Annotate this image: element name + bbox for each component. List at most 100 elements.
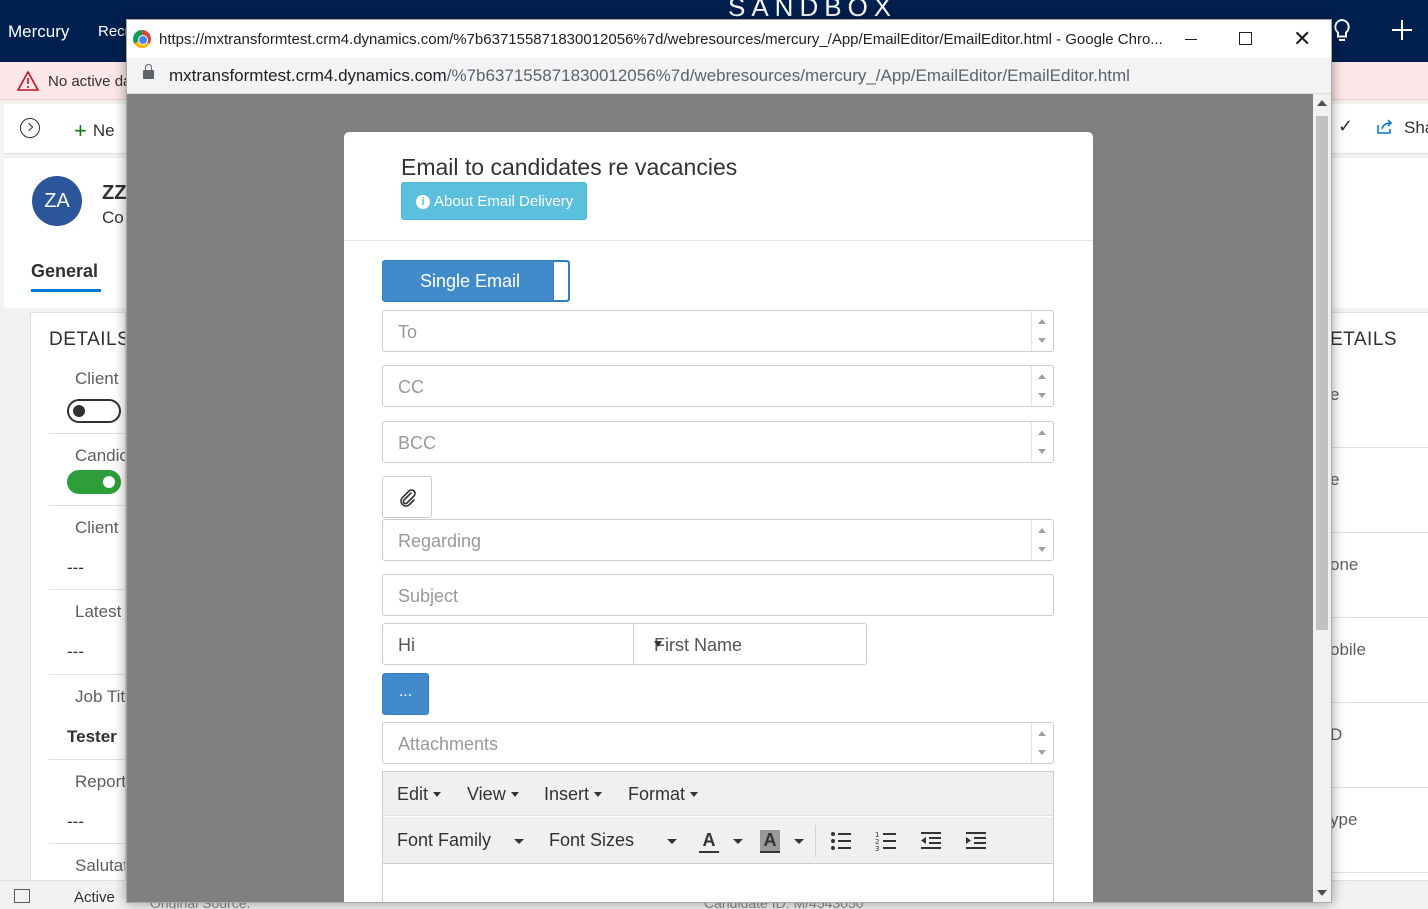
expand-icon[interactable] <box>14 889 30 903</box>
minimize-icon[interactable] <box>1185 39 1197 40</box>
arrow-up-icon[interactable] <box>1038 731 1046 736</box>
warning-icon <box>16 70 40 91</box>
close-icon[interactable]: ✕ <box>1293 28 1311 50</box>
address-url[interactable]: mxtransformtest.crm4.dynamics.com/%7b637… <box>169 66 1130 86</box>
editor-menubar: Edit View Insert Format <box>383 772 1053 816</box>
field-client: Client --- <box>49 505 125 589</box>
scrollbar-thumb[interactable] <box>1316 116 1328 630</box>
chevron-down-icon[interactable] <box>667 839 677 844</box>
outdent-icon[interactable] <box>919 829 943 853</box>
merge-field-select[interactable]: First Name <box>633 623 867 665</box>
cc-field[interactable]: CC <box>382 365 1054 407</box>
field-client-toggle: Client <box>49 357 125 441</box>
scroll-spinner[interactable] <box>1031 422 1053 462</box>
share-button[interactable]: Sha <box>1376 118 1428 138</box>
new-button[interactable]: + Ne <box>74 118 115 144</box>
scroll-spinner[interactable] <box>1031 520 1053 560</box>
field-value[interactable]: --- <box>67 558 84 578</box>
to-field[interactable]: To <box>382 310 1054 352</box>
share-icon <box>1377 119 1393 134</box>
field-latest: Latest --- <box>49 589 125 673</box>
tab-general[interactable]: General <box>31 261 102 292</box>
window-titlebar[interactable]: https://mxtransformtest.crm4.dynamics.co… <box>127 20 1331 58</box>
field-label: Report <box>75 772 126 791</box>
field-value[interactable]: --- <box>67 812 84 832</box>
arrow-up-icon[interactable] <box>1038 430 1046 435</box>
window-scrollbar[interactable] <box>1313 94 1331 902</box>
section-title: ETAILS <box>1330 329 1398 350</box>
arrow-down-icon[interactable] <box>1038 449 1046 454</box>
about-email-delivery-button[interactable]: i About Email Delivery <box>401 182 587 220</box>
toggle-switch[interactable] <box>67 470 121 494</box>
field-label: Client <box>75 518 119 537</box>
area-name[interactable]: Recr <box>98 23 130 40</box>
font-sizes-select[interactable]: Font Sizes <box>549 830 634 851</box>
back-icon[interactable] <box>20 118 40 138</box>
menu-insert[interactable]: Insert <box>544 784 603 805</box>
arrow-down-icon[interactable] <box>1038 393 1046 398</box>
field-value[interactable]: --- <box>67 642 84 662</box>
field-value[interactable]: Tester <box>67 727 117 747</box>
right-field: e <box>1330 363 1428 448</box>
arrow-up-icon[interactable] <box>1317 100 1327 106</box>
arrow-up-icon[interactable] <box>1038 319 1046 324</box>
chevron-down-icon[interactable] <box>514 839 524 844</box>
menu-label: Edit <box>397 784 429 804</box>
arrow-up-icon[interactable] <box>1038 528 1046 533</box>
attachments-field[interactable]: Attachments <box>382 722 1054 764</box>
toggle-label: Single Email <box>420 271 521 291</box>
info-icon: i <box>416 194 430 209</box>
indent-icon[interactable] <box>964 829 988 853</box>
maximize-icon[interactable] <box>1239 32 1252 45</box>
chevron-down-icon[interactable] <box>733 839 743 844</box>
attach-button[interactable] <box>382 476 432 518</box>
chevron-icon[interactable]: ✓ <box>1338 116 1353 137</box>
scroll-spinner[interactable] <box>1031 723 1053 763</box>
menu-view[interactable]: View <box>467 784 519 805</box>
bcc-placeholder: BCC <box>398 433 437 453</box>
bullet-list-icon[interactable] <box>829 829 853 853</box>
arrow-down-icon[interactable] <box>1038 547 1046 552</box>
field-label: Candic <box>75 446 126 465</box>
field-label: one <box>1330 555 1359 574</box>
greeting-input[interactable]: Hi <box>382 623 634 665</box>
plus-icon[interactable] <box>1390 18 1414 42</box>
address-path: /%7b637155871830012056%7d/webresources/m… <box>446 66 1130 85</box>
arrow-down-icon[interactable] <box>1038 750 1046 755</box>
arrow-down-icon[interactable] <box>1317 890 1327 896</box>
field-report: Report --- <box>49 759 126 843</box>
toggle-switch[interactable] <box>67 399 121 423</box>
single-email-toggle[interactable]: Single Email <box>382 260 570 302</box>
chevron-down-icon <box>654 641 662 647</box>
subject-input[interactable]: Subject <box>382 574 1054 616</box>
lightbulb-icon[interactable] <box>1332 18 1352 44</box>
rich-text-editor: Edit View Insert Format Font Family Font… <box>382 771 1054 902</box>
toolbar-divider <box>815 825 816 857</box>
window-title: https://mxtransformtest.crm4.dynamics.co… <box>159 31 1163 48</box>
menu-edit[interactable]: Edit <box>397 784 442 805</box>
app-name[interactable]: Mercury <box>8 22 69 42</box>
arrow-up-icon[interactable] <box>1038 374 1046 379</box>
menu-format[interactable]: Format <box>628 784 699 805</box>
right-field: obile <box>1330 618 1428 703</box>
font-family-select[interactable]: Font Family <box>397 830 491 851</box>
chrome-icon <box>133 30 151 48</box>
right-field: ype <box>1330 788 1428 873</box>
chevron-down-icon <box>594 792 603 797</box>
scroll-spinner[interactable] <box>1031 311 1053 351</box>
dialog-title: Email to candidates re vacancies <box>401 154 738 180</box>
numbered-list-icon[interactable]: 1 2 3 <box>874 829 898 853</box>
share-button-label: Sha <box>1404 118 1428 137</box>
address-bar[interactable]: mxtransformtest.crm4.dynamics.com/%7b637… <box>127 58 1331 94</box>
chevron-down-icon[interactable] <box>794 839 804 844</box>
more-options-button[interactable]: ... <box>382 673 429 715</box>
scroll-spinner[interactable] <box>1031 366 1053 406</box>
bcc-field[interactable]: BCC <box>382 421 1054 463</box>
arrow-down-icon[interactable] <box>1038 338 1046 343</box>
text-color-icon[interactable]: A <box>699 830 719 853</box>
background-color-icon[interactable]: A <box>760 830 780 853</box>
email-editor-dialog: Email to candidates re vacancies i About … <box>344 132 1093 902</box>
lock-icon[interactable] <box>143 64 154 79</box>
toggle-knob[interactable] <box>553 261 569 301</box>
regarding-field[interactable]: Regarding <box>382 519 1054 561</box>
